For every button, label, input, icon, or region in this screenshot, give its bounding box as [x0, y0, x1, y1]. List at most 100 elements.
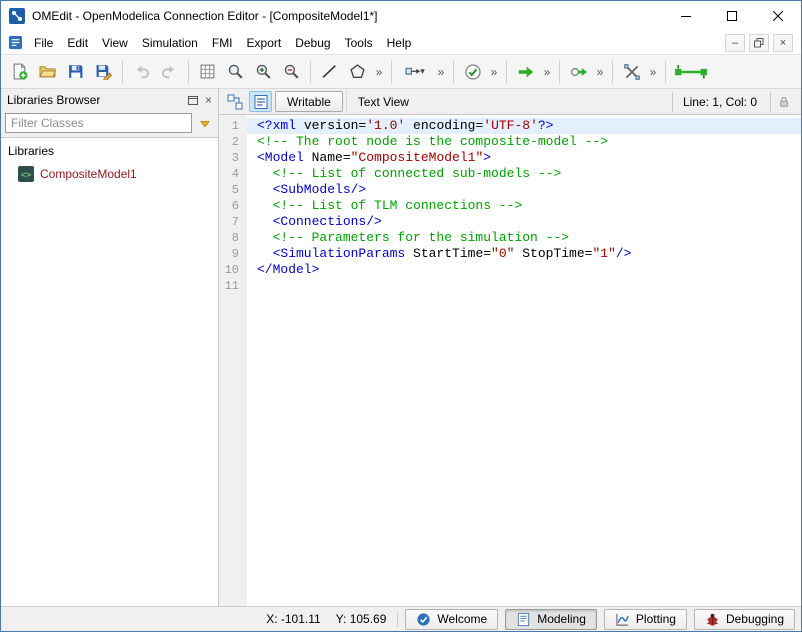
- filter-classes-input[interactable]: [5, 113, 192, 133]
- code-line-2[interactable]: 2<!-- The root node is the composite-mod…: [219, 134, 801, 150]
- animation-overflow-button[interactable]: »: [593, 58, 607, 85]
- cursor-position-label: Line: 1, Col: 0: [672, 92, 767, 112]
- green-arrow-icon: [517, 63, 535, 81]
- save-icon: [67, 63, 84, 80]
- status-bar: X: -101.11 Y: 105.69 Welcome Modeling Pl…: [1, 606, 801, 631]
- mdi-close-button[interactable]: ×: [773, 34, 793, 52]
- omedit-window: OMEdit - OpenModelica Connection Editor …: [0, 0, 802, 632]
- magnifier-plus-icon: [255, 63, 272, 80]
- code-line-6[interactable]: 6 <!-- List of TLM connections -->: [219, 198, 801, 214]
- code-line-7[interactable]: 7 <Connections/>: [219, 214, 801, 230]
- transition-mode-button[interactable]: ▾: [397, 58, 433, 85]
- check-overflow-button[interactable]: »: [487, 58, 501, 85]
- code-line-5[interactable]: 5 <SubModels/>: [219, 182, 801, 198]
- code-line-text: <SubModels/>: [247, 182, 801, 198]
- line-number: 10: [219, 262, 247, 278]
- code-line-3[interactable]: 3<Model Name="CompositeModel1">: [219, 150, 801, 166]
- simulate-overflow-button[interactable]: »: [540, 58, 554, 85]
- save-as-button[interactable]: [90, 58, 117, 85]
- overflow-chevron-icon: »: [438, 65, 445, 79]
- menu-view[interactable]: View: [95, 32, 135, 54]
- code-line-1[interactable]: 1<?xml version='1.0' encoding='UTF-8'?>: [219, 118, 801, 134]
- line-number: 9: [219, 246, 247, 262]
- editor-pane: Writable Text View Line: 1, Col: 0 1<?xm…: [219, 89, 801, 606]
- new-model-button[interactable]: [6, 58, 33, 85]
- diagram-view-icon: [227, 94, 243, 110]
- code-line-text: <!-- The root node is the composite-mode…: [247, 134, 801, 150]
- open-file-button[interactable]: [34, 58, 61, 85]
- maximize-button[interactable]: [709, 1, 755, 31]
- zoom-in-button[interactable]: [250, 58, 277, 85]
- modeling-icon: [516, 612, 531, 627]
- toolbar-separator: [310, 61, 311, 83]
- shapes-overflow-button[interactable]: »: [372, 58, 386, 85]
- tlm-cosimulation-button[interactable]: [671, 58, 711, 85]
- zoom-out-button[interactable]: [278, 58, 305, 85]
- line-tool-button[interactable]: [316, 58, 343, 85]
- code-line-text: <!-- List of connected sub-models -->: [247, 166, 801, 182]
- save-button[interactable]: [62, 58, 89, 85]
- lock-slot: [770, 92, 797, 112]
- text-view-button[interactable]: [249, 91, 272, 112]
- check-model-button[interactable]: [459, 58, 486, 85]
- code-line-text: <!-- Parameters for the simulation -->: [247, 230, 801, 246]
- welcome-perspective-button[interactable]: Welcome: [405, 609, 498, 630]
- plotting-icon: [615, 612, 630, 627]
- code-editor[interactable]: 1<?xml version='1.0' encoding='UTF-8'?>2…: [219, 115, 801, 606]
- yellow-down-arrow-icon: [199, 117, 211, 129]
- simulate-animation-button[interactable]: [565, 58, 592, 85]
- menu-file[interactable]: File: [27, 32, 60, 54]
- welcome-icon: [416, 612, 431, 627]
- open-folder-icon: [39, 63, 56, 80]
- code-line-text: </Model>: [247, 262, 801, 278]
- window-title: OMEdit - OpenModelica Connection Editor …: [32, 9, 378, 23]
- mdi-restore-button[interactable]: [749, 34, 769, 52]
- library-item-label: CompositeModel1: [40, 167, 137, 181]
- minimize-button[interactable]: [663, 1, 709, 31]
- menu-help[interactable]: Help: [380, 32, 419, 54]
- title-bar: OMEdit - OpenModelica Connection Editor …: [1, 1, 801, 31]
- code-line-10[interactable]: 10</Model>: [219, 262, 801, 278]
- interactive-overflow-button[interactable]: »: [646, 58, 660, 85]
- show-grid-button[interactable]: [194, 58, 221, 85]
- float-dock-icon[interactable]: [188, 96, 198, 105]
- menu-debug[interactable]: Debug: [288, 32, 337, 54]
- code-line-9[interactable]: 9 <SimulationParams StartTime="0" StopTi…: [219, 246, 801, 262]
- menu-export[interactable]: Export: [240, 32, 289, 54]
- filter-options-button[interactable]: [196, 113, 214, 133]
- modeling-perspective-button[interactable]: Modeling: [505, 609, 597, 630]
- modeling-label: Modeling: [537, 612, 586, 626]
- simulate-button[interactable]: [512, 58, 539, 85]
- close-dock-icon[interactable]: ×: [205, 94, 212, 106]
- zoom-fit-button[interactable]: [222, 58, 249, 85]
- close-button[interactable]: [755, 1, 801, 31]
- plotting-perspective-button[interactable]: Plotting: [604, 609, 687, 630]
- menu-tools[interactable]: Tools: [338, 32, 380, 54]
- undo-button[interactable]: [128, 58, 155, 85]
- status-right: X: -101.11 Y: 105.69 Welcome Modeling Pl…: [262, 609, 795, 630]
- library-item-compositemodel1[interactable]: <> CompositeModel1: [7, 165, 212, 183]
- code-line-8[interactable]: 8 <!-- Parameters for the simulation -->: [219, 230, 801, 246]
- redo-button[interactable]: [156, 58, 183, 85]
- code-area: 1<?xml version='1.0' encoding='UTF-8'?>2…: [219, 118, 801, 294]
- code-line-4[interactable]: 4 <!-- List of connected sub-models -->: [219, 166, 801, 182]
- cursor-y-label: Y: 105.69: [332, 612, 391, 626]
- transition-overflow-button[interactable]: »: [434, 58, 448, 85]
- polygon-tool-button[interactable]: [344, 58, 371, 85]
- grid-icon: [199, 63, 216, 80]
- mdi-minimize-button[interactable]: –: [725, 34, 745, 52]
- filter-row: [1, 111, 218, 137]
- debugging-perspective-button[interactable]: Debugging: [694, 609, 795, 630]
- menu-simulation[interactable]: Simulation: [135, 32, 205, 54]
- diagram-view-button[interactable]: [223, 91, 246, 112]
- line-number: 11: [219, 278, 247, 294]
- line-number: 4: [219, 166, 247, 182]
- line-number: 2: [219, 134, 247, 150]
- menu-edit[interactable]: Edit: [60, 32, 95, 54]
- writable-button[interactable]: Writable: [275, 91, 343, 112]
- menu-fmi[interactable]: FMI: [205, 32, 240, 54]
- code-line-11[interactable]: 11: [219, 278, 801, 294]
- interactive-simulation-button[interactable]: [618, 58, 645, 85]
- undo-icon: [133, 63, 150, 80]
- writable-label: Writable: [287, 95, 331, 109]
